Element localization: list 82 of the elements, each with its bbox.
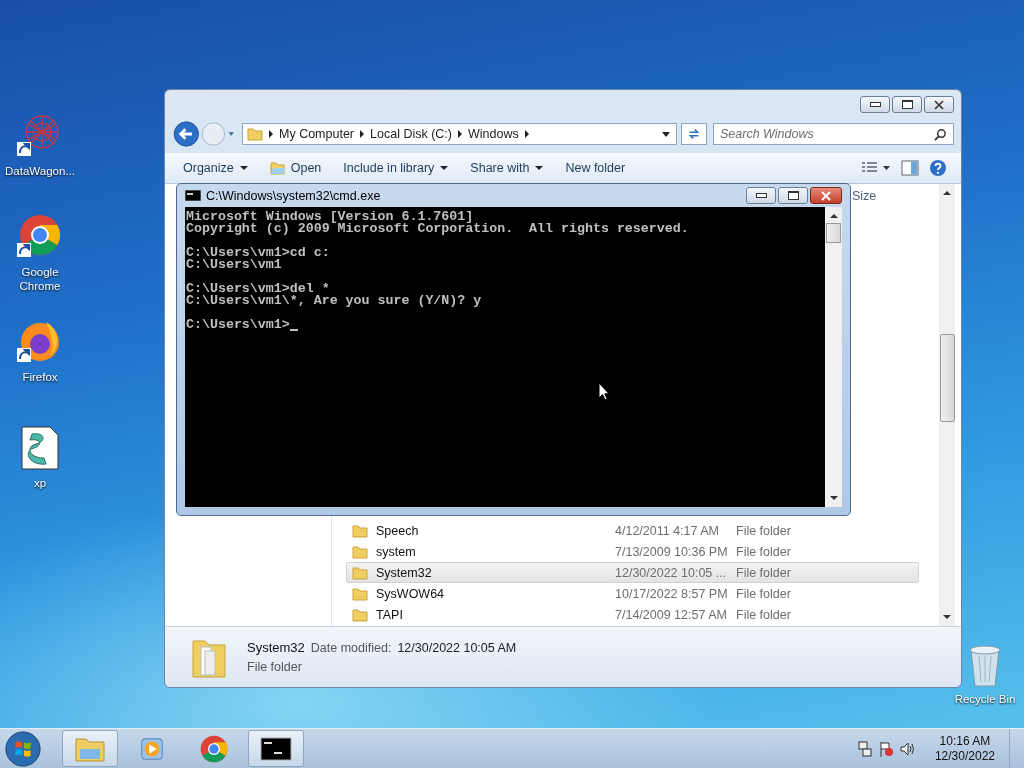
column-header[interactable]: Size [852, 189, 877, 203]
file-type: File folder [736, 523, 791, 538]
file-name: System32 [376, 565, 432, 580]
console-icon[interactable] [260, 736, 292, 761]
preview-pane-icon[interactable] [901, 160, 919, 176]
maximize-button[interactable] [778, 187, 808, 204]
chevron-icon[interactable] [360, 130, 365, 138]
close-button[interactable] [810, 187, 842, 204]
refresh-button[interactable] [681, 123, 707, 145]
file-type: File folder [736, 544, 791, 559]
clock-date[interactable]: 12/30/2022 [934, 748, 995, 764]
breadcrumb[interactable]: My Computer [279, 127, 355, 141]
folder-icon [352, 564, 368, 581]
close-icon[interactable] [934, 99, 944, 110]
console-line: C:\Users\vm1>del * [186, 283, 330, 295]
toolbar-button[interactable]: Organize [177, 156, 254, 180]
console-icon [185, 190, 201, 201]
console-line: C:\Users\vm1>cd c: [186, 247, 330, 259]
folder-icon [352, 585, 368, 602]
console-line: Copyright (c) 2009 Microsoft Corporation. All rights reserved. [186, 223, 689, 235]
clock-time[interactable]: 10:16 AM [939, 733, 991, 749]
close-button[interactable] [924, 96, 954, 113]
view-options-icon[interactable] [861, 161, 891, 175]
toolbar-button[interactable]: New folder [559, 156, 632, 180]
file-date: 12/30/2022 10:05 ... [615, 565, 727, 580]
console-line: C:\Users\vm1 [186, 259, 282, 271]
search-icon[interactable] [934, 128, 947, 141]
chevron-icon[interactable] [269, 130, 273, 138]
search-field[interactable]: Search Windows [713, 123, 954, 145]
file-name: system [376, 544, 416, 559]
play-icon[interactable] [139, 735, 165, 762]
start-button[interactable] [4, 729, 42, 768]
refresh-icon[interactable] [687, 127, 701, 141]
item-type: File folder [247, 660, 303, 674]
folder-icon [352, 543, 368, 560]
breadcrumb[interactable]: Windows [468, 127, 519, 141]
minimize-button[interactable] [860, 96, 890, 113]
chevron-icon[interactable] [458, 130, 462, 138]
toolbar-button[interactable]: Open [263, 156, 328, 180]
file-row[interactable]: System32 12/30/2022 10:05 ... File folder [346, 562, 919, 583]
console-taskbar-button[interactable] [248, 730, 304, 767]
file-date: 7/13/2009 10:36 PM [615, 544, 728, 559]
file-name: TAPI [376, 607, 403, 622]
file-date: 10/17/2022 8:57 PM [615, 586, 728, 601]
mouse-pointer-icon [598, 382, 610, 401]
folder-icon [247, 126, 263, 142]
file-date: 4/12/2011 4:17 AM [615, 523, 720, 538]
item-name: System32 [247, 640, 305, 655]
console-line: Microsoft Windows [Version 6.1.7601] [186, 211, 474, 223]
console-line: C:\Users\vm1\*, Are you sure (Y/N)? y [186, 295, 482, 307]
desktop-icon-label[interactable]: DataWagon... [5, 164, 75, 178]
system-tray-icons[interactable] [856, 739, 917, 758]
minimize-button[interactable] [746, 187, 776, 204]
file-type: File folder [736, 607, 791, 622]
console-line: C:\Users\vm1> [186, 319, 290, 331]
scrollbar[interactable] [825, 207, 842, 507]
detail-label: Date modified: [310, 641, 392, 655]
help-icon[interactable] [929, 159, 947, 177]
file-name: SysWOW64 [376, 586, 445, 601]
desktop-icon-label[interactable]: Firefox [5, 370, 75, 384]
breadcrumb[interactable]: Local Disk (C:) [370, 127, 452, 141]
address-bar[interactable]: My Computer Local Disk (C:) Windows [242, 123, 677, 145]
file-date: 7/14/2009 12:57 AM [615, 607, 727, 622]
scrollbar[interactable] [939, 184, 955, 626]
folder-icon [352, 522, 368, 539]
toolbar-button[interactable]: Include in library [337, 156, 455, 180]
file-row[interactable]: Speech 4/12/2011 4:17 AM File folder [346, 520, 919, 541]
file-type: File folder [736, 565, 791, 580]
file-row[interactable]: system 7/13/2009 10:36 PM File folder [346, 541, 919, 562]
window-title: C:\Windows\system32\cmd.exe [206, 188, 381, 203]
toolbar-button[interactable]: Share with [464, 156, 550, 180]
dropdown-icon[interactable] [662, 131, 670, 137]
maximize-button[interactable] [892, 96, 922, 113]
file-type: File folder [736, 586, 791, 601]
folder-icon [352, 606, 368, 623]
chevron-icon[interactable] [524, 130, 529, 138]
detail-value: 12/30/2022 10:05 AM [397, 641, 517, 655]
desktop-icon-label[interactable]: xp [5, 476, 75, 490]
file-row[interactable]: TAPI 7/14/2009 12:57 AM File folder [346, 604, 919, 625]
desktop-icon-label[interactable]: Google Chrome [5, 265, 75, 293]
file-name: Speech [376, 523, 419, 538]
file-row[interactable]: SysWOW64 10/17/2022 8:57 PM File folder [346, 583, 919, 604]
